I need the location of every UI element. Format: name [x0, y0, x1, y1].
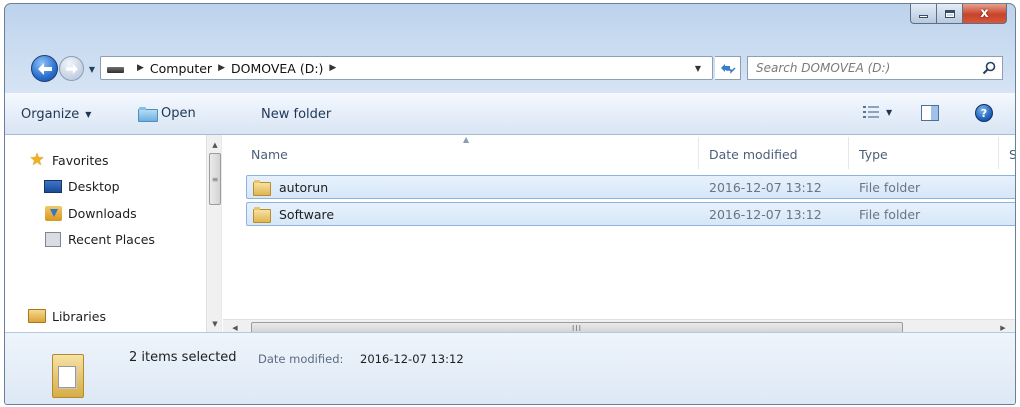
drive-icon	[107, 63, 127, 73]
change-view-button[interactable]: ▼	[863, 106, 892, 118]
type-cell: File folder	[859, 179, 921, 195]
date-modified-cell: 2016-12-07 13:12	[709, 206, 822, 222]
organize-label: Organize	[21, 107, 80, 122]
close-button[interactable]: x	[963, 4, 1007, 24]
chevron-down-icon: ▼	[886, 107, 893, 117]
open-button[interactable]: Open	[138, 106, 196, 122]
scroll-left-icon[interactable]: ◀	[227, 320, 243, 332]
type-cell: File folder	[859, 206, 921, 222]
view-list-icon	[863, 106, 879, 118]
address-bar[interactable]: ▶ Computer ▶ DOMOVEA (D:) ▶ ▼	[100, 56, 713, 80]
table-row[interactable]: Software 2016-12-07 13:12 File folder	[246, 202, 1015, 226]
chevron-right-icon[interactable]: ▶	[137, 63, 144, 73]
navigation-scrollbar[interactable]: ▲ ≡ ▼	[206, 135, 221, 332]
recent-places-icon	[43, 231, 63, 247]
libraries-icon	[27, 308, 47, 324]
sidebar-item-label: Downloads	[68, 205, 137, 221]
help-button[interactable]: ?	[975, 104, 993, 122]
desktop-icon	[43, 178, 63, 194]
close-icon: x	[980, 6, 989, 21]
back-button[interactable]	[31, 55, 58, 82]
file-name-cell: Software	[253, 206, 335, 223]
search-icon[interactable]	[982, 61, 996, 75]
column-divider[interactable]	[698, 137, 699, 169]
search-input[interactable]	[748, 61, 968, 75]
maximize-button[interactable]	[937, 4, 963, 24]
scrollbar-thumb[interactable]: III	[251, 322, 903, 332]
file-name: Software	[279, 206, 335, 222]
table-row[interactable]: autorun 2016-12-07 13:12 File folder	[246, 175, 1015, 199]
command-bar: Organize ▼ Open New folder ▼ ?	[5, 93, 1015, 135]
minimize-icon	[919, 15, 928, 18]
sidebar-item-label: Recent Places	[68, 231, 155, 247]
downloads-icon	[43, 205, 63, 221]
navigation-pane: ★ Favorites Desktop Downloads Recent Pla…	[5, 135, 222, 332]
address-dropdown[interactable]: ▼	[684, 57, 712, 79]
preview-pane-button[interactable]	[921, 105, 939, 121]
scroll-up-icon[interactable]: ▲	[207, 137, 221, 153]
minimize-button[interactable]	[910, 4, 937, 24]
sidebar-item-downloads[interactable]: Downloads	[43, 205, 137, 221]
open-label: Open	[161, 106, 196, 121]
scroll-down-icon[interactable]: ▼	[207, 316, 221, 332]
sidebar-item-libraries[interactable]: Libraries	[27, 308, 106, 324]
window-controls: x	[910, 4, 1007, 26]
file-name: autorun	[279, 179, 329, 195]
file-list-horizontal-scrollbar[interactable]: ◀ III ▶	[223, 319, 1015, 332]
file-list-pane: ▲ Name Date modified Type S autorun 2016…	[223, 135, 1015, 332]
content-area: ★ Favorites Desktop Downloads Recent Pla…	[5, 135, 1015, 332]
open-folder-icon	[138, 107, 158, 122]
column-headers: ▲ Name Date modified Type S	[223, 135, 1015, 171]
column-divider[interactable]	[998, 137, 999, 169]
date-modified-cell: 2016-12-07 13:12	[709, 179, 822, 195]
organize-button[interactable]: Organize ▼	[21, 107, 91, 122]
date-modified-label: Date modified:	[258, 352, 344, 366]
new-folder-button[interactable]: New folder	[261, 107, 331, 122]
chevron-right-icon[interactable]: ▶	[218, 63, 225, 73]
date-modified-value: 2016-12-07 13:12	[360, 352, 464, 366]
column-header-type[interactable]: Type	[859, 147, 888, 162]
breadcrumb-computer[interactable]: Computer	[150, 61, 212, 76]
multiple-folders-icon	[52, 350, 84, 398]
chevron-right-icon[interactable]: ▶	[329, 63, 336, 73]
forward-arrow-icon	[65, 63, 78, 74]
sidebar-item-recent-places[interactable]: Recent Places	[43, 231, 155, 247]
sidebar-item-favorites[interactable]: ★ Favorites	[27, 150, 109, 170]
refresh-icon	[720, 64, 736, 74]
column-divider[interactable]	[848, 137, 849, 169]
scrollbar-grip: III	[571, 323, 583, 333]
maximize-icon	[944, 9, 955, 18]
selection-count: 2 items selected	[129, 350, 237, 365]
search-box	[747, 56, 1003, 80]
new-folder-label: New folder	[261, 107, 332, 122]
recent-pages-dropdown[interactable]: ▼	[87, 64, 97, 74]
sidebar-item-label: Desktop	[68, 178, 120, 194]
folder-icon	[253, 207, 271, 223]
scrollbar-thumb[interactable]: ≡	[209, 153, 221, 205]
column-header-date-modified[interactable]: Date modified	[709, 147, 798, 162]
sort-indicator-icon: ▲	[463, 135, 470, 144]
star-icon: ★	[29, 150, 45, 170]
column-header-size[interactable]: S	[1009, 147, 1015, 162]
sidebar-item-label: Libraries	[52, 308, 106, 324]
sidebar-item-label: Favorites	[52, 152, 109, 168]
sidebar-item-desktop[interactable]: Desktop	[43, 178, 120, 194]
folder-icon	[253, 180, 271, 196]
explorer-window: x ▼ ▶ Computer ▶ DOMOVEA (D:) ▶ ▼ Search…	[4, 3, 1016, 405]
chevron-down-icon: ▼	[85, 110, 92, 119]
details-pane: 2 items selected Date modified: 2016-12-…	[5, 332, 1015, 404]
forward-button[interactable]	[59, 56, 84, 81]
preview-pane-icon	[921, 105, 939, 121]
file-name-cell: autorun	[253, 179, 329, 196]
column-header-name[interactable]: Name	[251, 147, 288, 162]
navigation-bar: ▼ ▶ Computer ▶ DOMOVEA (D:) ▶ ▼	[5, 51, 1015, 87]
refresh-button[interactable]	[715, 56, 741, 80]
back-arrow-icon	[37, 62, 52, 75]
breadcrumb-drive[interactable]: DOMOVEA (D:)	[231, 61, 323, 76]
scroll-right-icon[interactable]: ▶	[995, 320, 1011, 332]
